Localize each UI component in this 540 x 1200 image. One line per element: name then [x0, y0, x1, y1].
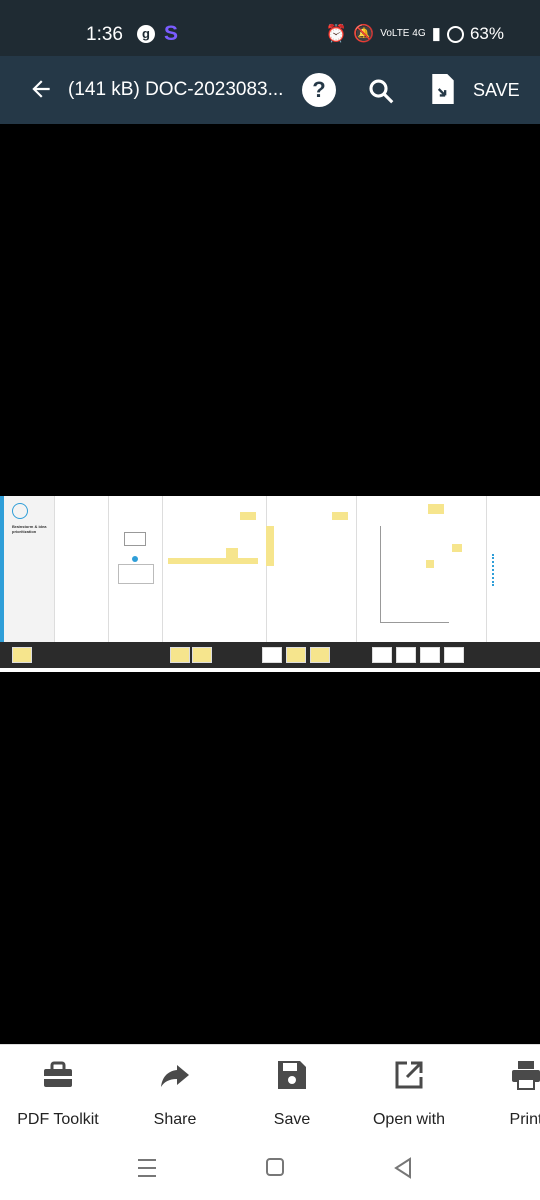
page-7 — [486, 496, 540, 642]
toolkit-icon — [8, 1057, 108, 1093]
cover-accent — [0, 496, 4, 642]
print-label: Print — [509, 1111, 540, 1128]
recent-apps-icon[interactable] — [132, 1156, 162, 1180]
save-icon — [242, 1057, 342, 1093]
page-thumbnail-bar — [0, 642, 540, 668]
page-5 — [266, 496, 357, 642]
thumbnail-4[interactable] — [262, 647, 282, 663]
help-button[interactable]: ? — [302, 73, 336, 107]
page-4 — [162, 496, 267, 642]
document-title: (141 kB) DOC-2023083... — [68, 79, 284, 100]
thumbnail-8[interactable] — [396, 647, 416, 663]
print-button[interactable]: Print — [476, 1057, 540, 1129]
share-button[interactable]: Share — [125, 1057, 225, 1129]
cover-icon — [12, 503, 28, 519]
save-label: Save — [273, 1111, 311, 1128]
share-label: Share — [153, 1111, 197, 1128]
thumbnail-3[interactable] — [192, 647, 212, 663]
thumbnail-5[interactable] — [286, 647, 306, 663]
sticky-notes-row — [168, 558, 258, 564]
flow-card — [118, 564, 154, 584]
pdf-toolkit-label: PDF Toolkit — [17, 1111, 99, 1128]
s-badge-icon: S — [164, 22, 179, 45]
pdf-toolkit-button[interactable]: PDF Toolkit — [8, 1057, 108, 1129]
sticky-notes-cluster — [226, 548, 238, 558]
thumbnail-1[interactable] — [12, 647, 32, 663]
status-time: 1:36 — [86, 24, 123, 45]
thumbnail-10[interactable] — [444, 647, 464, 663]
bottom-action-bar: PDF Toolkit Share Save Open with Print — [0, 1044, 540, 1137]
chart-sticky-2 — [426, 560, 434, 568]
app-bar: (141 kB) DOC-2023083... ? SAVE — [0, 56, 540, 124]
open-with-label: Open with — [372, 1111, 446, 1128]
document-preview[interactable]: Brainstorm & idea prioritization — [0, 496, 540, 672]
page-2 — [54, 496, 109, 642]
page-3 — [108, 496, 163, 642]
thumbnail-2[interactable] — [170, 647, 190, 663]
flow-circle — [132, 556, 138, 562]
mute-icon: 🔕 — [353, 24, 375, 43]
thumbnail-7[interactable] — [372, 647, 392, 663]
page-cover: Brainstorm & idea prioritization — [0, 496, 55, 642]
back-arrow-icon[interactable] — [28, 76, 54, 102]
document-pages: Brainstorm & idea prioritization — [0, 496, 540, 642]
open-with-icon — [359, 1057, 459, 1093]
thumbnail-9[interactable] — [420, 647, 440, 663]
signal-icon: ▮ — [431, 24, 441, 43]
status-bar: 1:36 g S ⏰ 🔕 VoLTE 4G ▮ 63% — [0, 0, 540, 56]
cover-title: Brainstorm & idea prioritization — [12, 524, 47, 534]
flow-box — [124, 532, 146, 546]
chart-axes — [380, 526, 449, 623]
page-6 — [366, 496, 487, 642]
battery-icon — [446, 25, 464, 43]
sticky-note-2 — [332, 512, 348, 520]
open-with-button[interactable]: Open with — [359, 1057, 459, 1129]
search-icon[interactable] — [366, 76, 396, 106]
home-icon[interactable] — [260, 1156, 290, 1180]
thumbnail-6[interactable] — [310, 647, 330, 663]
status-icons: ⏰ 🔕 VoLTE 4G ▮ 63% — [326, 24, 504, 44]
battery-percent: 63% — [469, 24, 504, 43]
print-icon — [476, 1057, 540, 1093]
checklist-icons — [492, 554, 500, 586]
chart-sticky-1 — [452, 544, 462, 552]
system-nav-bar — [0, 1136, 540, 1200]
network-label: VoLTE 4G — [380, 28, 426, 39]
sticky-note — [240, 512, 256, 520]
save-tool-button[interactable]: Save — [242, 1057, 342, 1129]
sticky-column — [266, 526, 274, 566]
g-badge-icon: g — [137, 25, 155, 43]
chart-sticky-3 — [428, 504, 444, 514]
back-nav-icon[interactable] — [388, 1156, 418, 1180]
share-icon — [125, 1057, 225, 1093]
save-button[interactable]: SAVE — [473, 80, 520, 101]
save-document-icon[interactable] — [430, 74, 456, 104]
alarm-icon: ⏰ — [325, 24, 348, 43]
